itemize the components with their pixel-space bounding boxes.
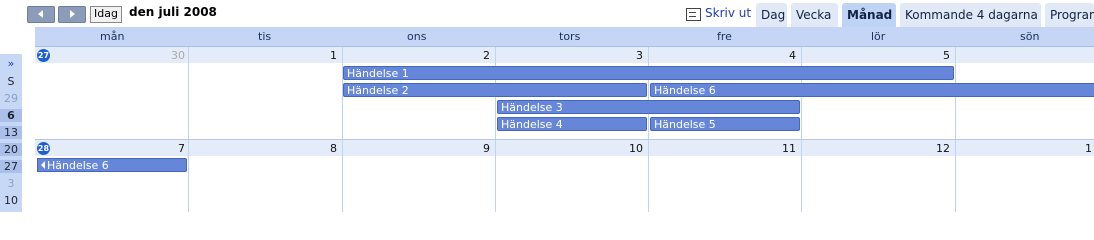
day-cell[interactable] bbox=[955, 140, 1094, 212]
day-number[interactable]: 9 bbox=[458, 142, 490, 155]
event-chip[interactable]: Händelse 6 bbox=[650, 83, 1094, 97]
mini-calendar-expand-button[interactable]: » bbox=[0, 57, 22, 70]
weekday-label: mån bbox=[100, 30, 125, 43]
current-period-title: den juli 2008 bbox=[129, 5, 217, 19]
day-number[interactable]: 11 bbox=[764, 142, 796, 155]
tab-day[interactable]: Dag bbox=[756, 3, 787, 27]
print-label: Skriv ut bbox=[705, 6, 752, 20]
mini-calendar-week[interactable]: 29 bbox=[0, 92, 22, 105]
day-number[interactable]: 4 bbox=[764, 49, 796, 62]
mini-calendar-week[interactable]: 10 bbox=[0, 194, 22, 207]
month-grid: 27 30 1 2 3 4 5 Händelse 1 Händelse 2 Hä… bbox=[35, 47, 1094, 212]
weekday-label: ons bbox=[407, 30, 427, 43]
day-number[interactable]: 1 bbox=[1085, 142, 1094, 155]
weekday-label: tis bbox=[258, 30, 272, 43]
event-chip[interactable]: Händelse 1 bbox=[343, 66, 954, 80]
tab-week[interactable]: Vecka bbox=[791, 3, 838, 27]
day-number[interactable]: 8 bbox=[305, 142, 337, 155]
mini-calendar-week[interactable]: 13 bbox=[0, 126, 22, 139]
weekday-label: lör bbox=[871, 30, 886, 43]
event-title: Händelse 6 bbox=[47, 159, 109, 172]
weekday-header: mån tis ons tors fre lör sön bbox=[35, 27, 1094, 47]
printer-icon bbox=[686, 8, 701, 21]
day-number[interactable]: 1 bbox=[305, 49, 337, 62]
arrow-left-icon bbox=[38, 10, 43, 18]
tab-agenda[interactable]: Program bbox=[1045, 3, 1094, 27]
mini-calendar-week[interactable]: 20 bbox=[0, 143, 22, 156]
weekday-label: sön bbox=[1020, 30, 1040, 43]
continued-arrow-icon bbox=[41, 161, 45, 169]
day-number[interactable]: 3 bbox=[611, 49, 643, 62]
mini-calendar-week[interactable]: 3 bbox=[0, 177, 22, 190]
day-number[interactable]: 2 bbox=[458, 49, 490, 62]
mini-calendar-header: S bbox=[7, 75, 15, 88]
day-number[interactable]: 10 bbox=[611, 142, 643, 155]
weekday-label: tors bbox=[559, 30, 581, 43]
mini-calendar-week[interactable]: 27 bbox=[0, 160, 22, 173]
day-number[interactable]: 30 bbox=[155, 49, 185, 62]
tab-next-4-days[interactable]: Kommande 4 dagarna bbox=[900, 3, 1041, 27]
event-chip-continued[interactable]: Händelse 6 bbox=[37, 158, 187, 172]
day-number[interactable]: 12 bbox=[918, 142, 950, 155]
event-chip[interactable]: Händelse 4 bbox=[497, 117, 647, 131]
week-number-badge[interactable]: 28 bbox=[37, 142, 50, 155]
event-chip[interactable]: Händelse 2 bbox=[343, 83, 647, 97]
day-number[interactable]: 7 bbox=[155, 142, 185, 155]
next-month-button[interactable] bbox=[58, 6, 86, 23]
event-chip[interactable]: Händelse 3 bbox=[497, 100, 800, 114]
event-chip[interactable]: Händelse 5 bbox=[650, 117, 800, 131]
calendar-toolbar: Idag den juli 2008 Skriv ut Dag Vecka Må… bbox=[0, 0, 1094, 27]
arrow-right-icon bbox=[70, 10, 75, 18]
week-row: 27 30 1 2 3 4 5 Händelse 1 Händelse 2 Hä… bbox=[35, 47, 1094, 140]
weekday-label: fre bbox=[717, 30, 732, 43]
mini-calendar-strip: » S 29 6 13 20 27 3 10 bbox=[0, 54, 22, 212]
tab-month[interactable]: Månad bbox=[842, 3, 896, 27]
week-number-badge[interactable]: 27 bbox=[37, 49, 50, 62]
week-row: 28 7 8 9 10 11 12 1 Händelse 6 bbox=[35, 140, 1094, 212]
day-number[interactable]: 5 bbox=[918, 49, 950, 62]
mini-calendar-week[interactable]: 6 bbox=[0, 109, 22, 122]
previous-month-button[interactable] bbox=[27, 6, 55, 23]
today-button[interactable]: Idag bbox=[90, 6, 122, 23]
